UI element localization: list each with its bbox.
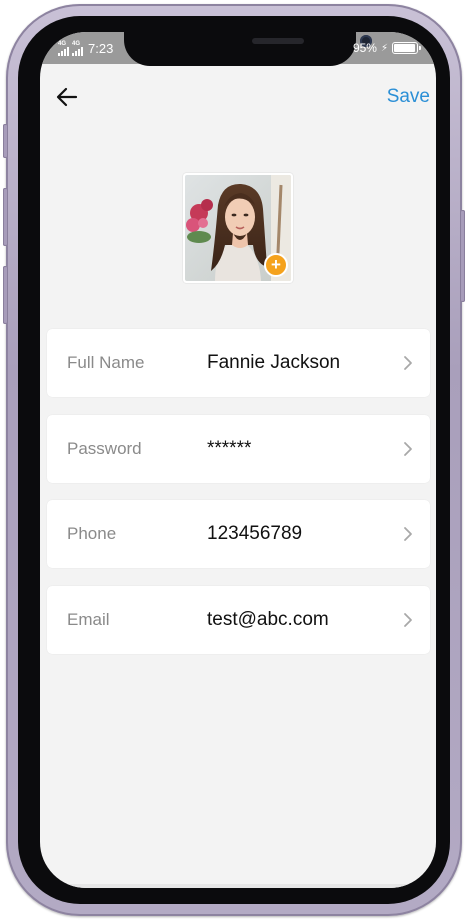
battery-level (394, 44, 415, 52)
chevron-right-icon (404, 441, 412, 456)
battery-icon (392, 42, 421, 54)
full-name-label: Full Name (67, 353, 145, 372)
back-button[interactable] (54, 84, 80, 110)
app-screen: 4G 4G 7:23 95% ⚡ Save + Full Name Fannie… (40, 32, 436, 888)
charging-bolt-icon: ⚡ (380, 42, 388, 54)
phone-label: Phone (67, 524, 117, 543)
signal-icon-2: 4G (72, 41, 83, 56)
notch (124, 32, 372, 66)
speaker-grille (252, 38, 304, 44)
chevron-right-icon (404, 356, 412, 370)
phone-value: 123456789 (207, 523, 303, 544)
status-right: 95% ⚡ (352, 40, 421, 56)
status-left: 4G 4G 7:23 (58, 40, 113, 56)
mute-switch (3, 124, 8, 158)
full-name-value: Fannie Jackson (207, 352, 341, 373)
chevron-right-icon (404, 612, 412, 627)
status-time: 7:23 (88, 40, 114, 56)
power-button (460, 210, 465, 302)
password-value: ****** (207, 437, 252, 459)
add-photo-button[interactable]: + (264, 253, 288, 277)
volume-down-button (3, 266, 8, 324)
email-label: Email (67, 609, 110, 629)
email-value: test@abc.com (207, 608, 329, 630)
home-indicator (40, 884, 436, 888)
phone-row[interactable]: Phone 123456789 (47, 500, 430, 568)
profile-photo[interactable]: + (183, 173, 293, 283)
signal-icon: 4G (58, 41, 69, 56)
battery-percent: 95% (352, 41, 377, 55)
volume-up-button (3, 188, 8, 246)
arrow-left-icon (56, 87, 78, 107)
status-bar: 4G 4G 7:23 95% ⚡ (40, 32, 436, 66)
password-row[interactable]: Password ****** (47, 414, 430, 483)
chevron-right-icon (404, 527, 412, 541)
full-name-row[interactable]: Full Name Fannie Jackson (47, 329, 430, 397)
save-button[interactable]: Save (387, 84, 430, 110)
profile-field-list: Full Name Fannie Jackson Password ******… (47, 329, 430, 671)
password-label: Password (67, 438, 142, 458)
email-row[interactable]: Email test@abc.com (47, 585, 430, 654)
